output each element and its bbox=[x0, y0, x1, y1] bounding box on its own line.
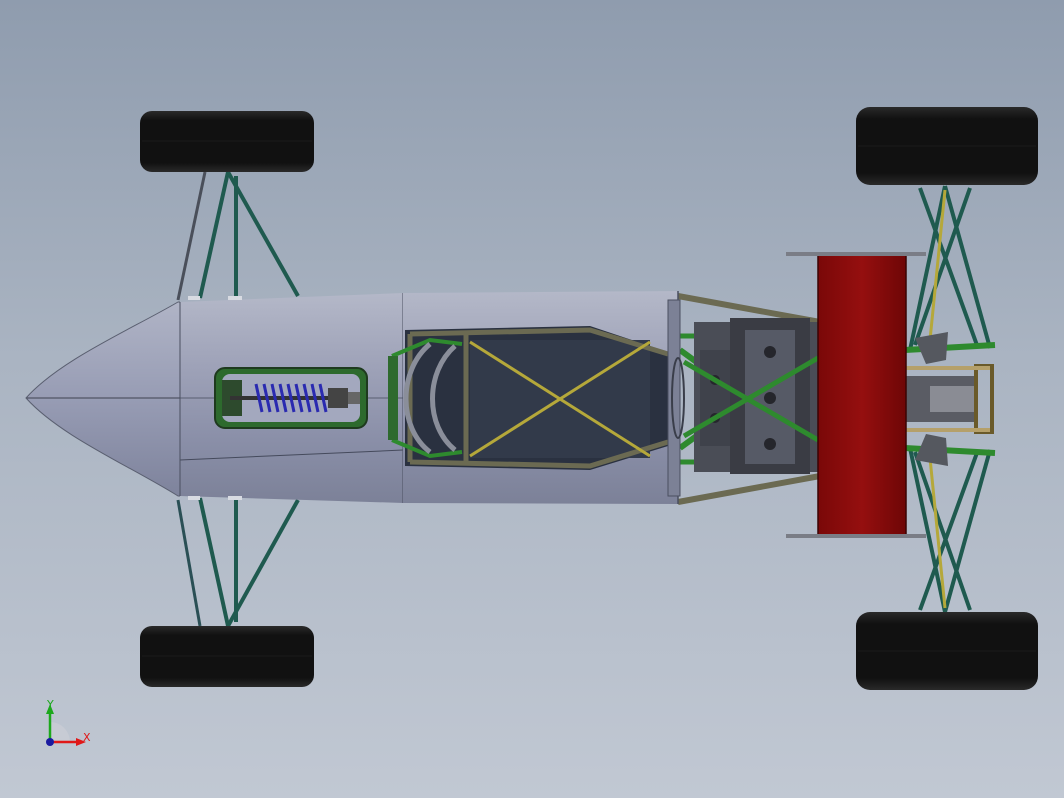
graphics-viewport[interactable]: Y X bbox=[0, 0, 1064, 798]
front-left-tire bbox=[140, 111, 314, 172]
coordinate-triad: Y X bbox=[30, 696, 100, 756]
triad-y-label: Y bbox=[47, 698, 54, 711]
cockpit-body bbox=[388, 291, 685, 504]
front-right-tire bbox=[140, 626, 314, 687]
rear-right-tire bbox=[856, 612, 1038, 690]
triad-icon bbox=[46, 704, 86, 746]
front-left-suspension bbox=[176, 171, 300, 301]
rear-left-suspension bbox=[908, 185, 992, 351]
car-model[interactable] bbox=[0, 0, 1064, 798]
nose-cone bbox=[25, 301, 180, 497]
triad-x-label: X bbox=[83, 731, 91, 744]
front-right-suspension bbox=[176, 497, 300, 627]
rear-left-tire bbox=[856, 107, 1038, 185]
front-damper bbox=[214, 367, 368, 429]
rear-right-suspension bbox=[908, 447, 992, 613]
